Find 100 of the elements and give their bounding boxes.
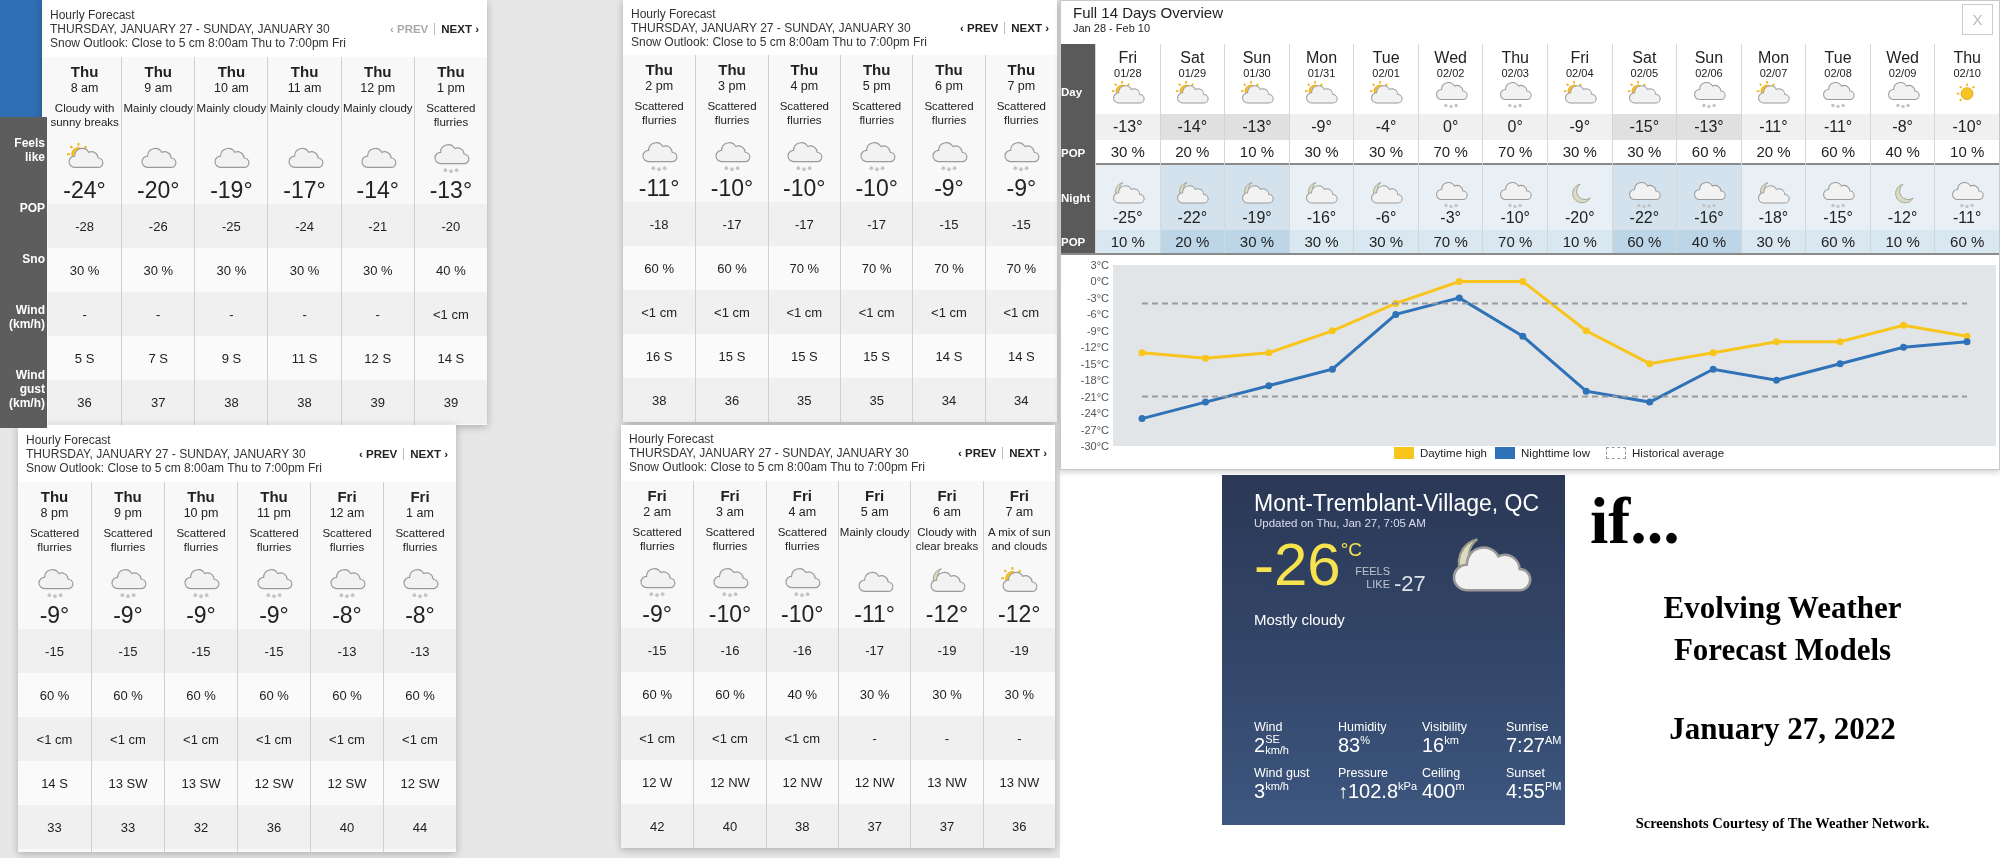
table-cell: 38	[297, 394, 312, 410]
time-label: 4 am	[788, 505, 817, 520]
temperature: -19°	[210, 176, 253, 204]
table-cell: 37	[867, 818, 882, 834]
next-link[interactable]: NEXT ›	[1011, 21, 1049, 34]
temperature: -12°	[925, 600, 969, 628]
table-cell: <1 cm	[784, 730, 821, 746]
table-cell: <1 cm	[183, 731, 219, 747]
table-cell: 14 S	[1007, 348, 1035, 364]
day-label: Thu	[1007, 61, 1036, 79]
day-label: Fri	[410, 488, 430, 506]
table-cell: 40 %	[1691, 233, 1726, 250]
snow-cloud-icon	[255, 567, 293, 599]
table-cell: 36	[1012, 818, 1027, 834]
table-cell: 44	[412, 819, 428, 835]
axis-label: -12°C	[1080, 341, 1109, 354]
table-cell: <1 cm	[110, 731, 146, 747]
axis-label: 0°C	[1090, 275, 1109, 288]
day-label: Sun	[1694, 49, 1724, 67]
table-cell: 39	[370, 394, 385, 410]
temperature: -25°	[1113, 209, 1143, 227]
table-cell: 70 %	[1433, 233, 1468, 250]
table-cell: 12 SW	[327, 775, 367, 791]
table-cell: -19	[937, 642, 957, 658]
unit-label: km	[1444, 734, 1459, 746]
table-cell: 30 %	[1562, 143, 1597, 160]
table-cell: -	[872, 730, 877, 746]
table-cell: <1 cm	[931, 304, 967, 320]
row-label: Day	[1061, 85, 1084, 100]
stat-label: Pressure	[1338, 766, 1390, 780]
date-label: 02/07	[1759, 67, 1788, 80]
condition-text: Mainly cloudy	[123, 101, 194, 116]
next-link[interactable]: NEXT ›	[410, 447, 448, 460]
prev-link[interactable]: ‹ PREV	[358, 447, 398, 460]
time-label: 11 pm	[257, 506, 291, 521]
temperature: -9°	[39, 601, 70, 629]
prev-link[interactable]: ‹ PREV	[957, 447, 997, 459]
day-label: Thu	[290, 63, 319, 81]
legend-label: Nighttime low	[1521, 447, 1591, 459]
table-cell: 30 %	[289, 262, 320, 278]
next-link[interactable]: NEXT ›	[441, 22, 479, 35]
condition-text: Mainly cloudy	[342, 101, 413, 116]
row-label: POP	[1061, 145, 1087, 161]
table-cell: -18	[649, 216, 669, 232]
condition-text: Scattered flurries	[321, 526, 373, 555]
temperature: -8°	[1892, 118, 1913, 136]
table-cell: <1 cm	[639, 730, 676, 746]
table-cell: -15	[1011, 216, 1031, 232]
row-label: Night	[1061, 190, 1092, 206]
day-label: Tue	[1372, 49, 1400, 67]
table-cell: 14 S	[437, 350, 465, 366]
time-label: 2 pm	[645, 79, 674, 94]
stat-label: Wind	[1254, 720, 1284, 734]
day-label: Thu	[790, 61, 819, 79]
time-label: 6 am	[933, 505, 961, 520]
table-cell: 34	[941, 392, 957, 408]
table-cell: <1 cm	[786, 304, 823, 320]
table-cell: -16	[792, 642, 812, 658]
temperature: -17°	[283, 176, 326, 204]
table-cell: 11 S	[291, 350, 318, 366]
time-label: 12 am	[329, 506, 365, 521]
condition-text: Scattered flurries	[778, 99, 830, 128]
table-cell: 40 %	[787, 686, 818, 702]
condition-text: Scattered flurries	[425, 101, 477, 130]
unit-label: PM	[1544, 780, 1562, 792]
data-point	[1138, 349, 1146, 357]
table-cell: <1 cm	[858, 304, 895, 320]
next-link[interactable]: NEXT ›	[1009, 447, 1047, 459]
temperature: -11°	[854, 600, 896, 628]
table-cell: -17	[794, 216, 814, 232]
temperature: -22°	[1629, 209, 1660, 227]
data-point	[1709, 349, 1717, 357]
day-label: Wed	[1886, 49, 1919, 67]
date-label: 02/06	[1695, 67, 1723, 80]
table-cell: <1 cm	[641, 304, 678, 320]
snow-cloud-icon	[1433, 180, 1468, 209]
day-label: Sun	[1242, 49, 1272, 67]
date-label: 02/10	[1953, 67, 1981, 80]
data-point	[1265, 382, 1273, 390]
unit-label: m	[1455, 780, 1465, 792]
day-label: Thu	[217, 63, 246, 81]
table-cell: <1 cm	[1003, 304, 1040, 320]
temperature: -20°	[1565, 209, 1595, 227]
snow-cloud-icon	[1691, 180, 1726, 209]
table-cell: 40	[722, 818, 738, 834]
temperature: -13°	[1242, 118, 1272, 136]
table-cell: 36	[266, 819, 282, 835]
date-range: THURSDAY, JANUARY 27 - SUNDAY, JANUARY 30	[26, 446, 307, 461]
table-cell: 60 %	[1950, 233, 1985, 250]
table-cell: 7 S	[148, 350, 168, 366]
prev-link[interactable]: ‹ PREV	[959, 21, 999, 34]
day-label: Mon	[1305, 49, 1338, 67]
table-cell: 30 %	[362, 262, 393, 278]
table-cell: -	[229, 306, 234, 322]
snow-outlook: Snow Outlook: Close to 5 cm 8:00am Thu to 7:00pm Fri	[631, 34, 927, 49]
data-point	[1582, 327, 1590, 335]
table-cell: -16	[720, 642, 740, 658]
table-cell: -17	[865, 642, 885, 658]
table-cell: <1 cm	[329, 731, 365, 747]
date-label: 02/03	[1501, 67, 1529, 80]
